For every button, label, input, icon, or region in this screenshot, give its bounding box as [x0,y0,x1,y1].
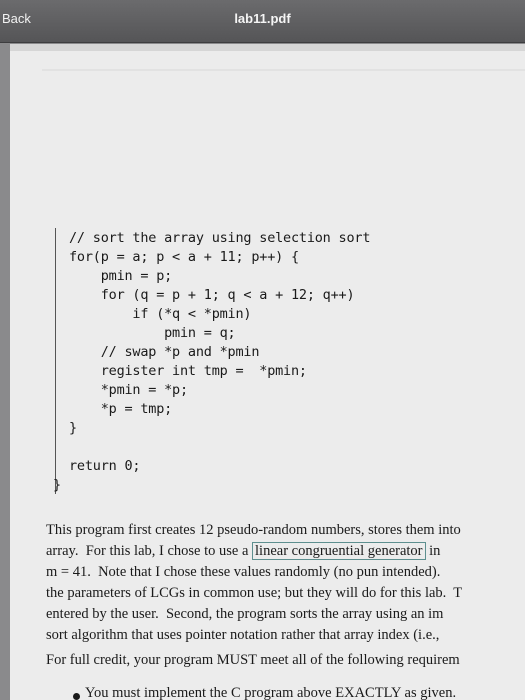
code-line: pmin = q; [69,325,236,341]
code-line: for (q = p + 1; q < a + 12; q++) [69,287,355,303]
code-line: // swap *p and *pmin [69,344,260,360]
page-divider [42,69,525,71]
code-line: // sort the array using selection sort [69,230,371,246]
paragraph-line: For full credit, your program MUST meet … [46,652,460,668]
paragraph-line: array. For this lab, I chose to use a li… [46,542,441,560]
code-line: pmin = p; [69,268,173,284]
code-line: register int tmp = *pmin; [69,363,307,379]
code-line: } [53,477,61,493]
document-title: lab11.pdf [234,11,291,26]
paragraph-line: m = 41. Note that I chose these values r… [46,564,441,580]
paragraph-line: entered by the user. Second, the program… [46,606,444,622]
lcg-link[interactable]: linear congruential generator [252,542,426,560]
code-line: } [69,420,77,436]
code-frame-border [55,228,56,494]
pdf-toolbar: Back lab11.pdf [0,0,525,43]
code-line: for(p = a; p < a + 11; p++) { [69,249,299,265]
paragraph-line: sort algorithm that uses pointer notatio… [46,627,440,643]
paragraph-line: This program first creates 12 pseudo-ran… [46,522,461,538]
code-line: *p = tmp; [69,401,173,417]
code-line: if (*q < *pmin) [69,306,252,322]
code-line: *pmin = *p; [69,382,188,398]
bullet-icon [73,693,80,700]
page-header-band [10,44,525,51]
list-item: You must implement the C program above E… [85,685,457,700]
code-line: return 0; [69,458,141,474]
pdf-page[interactable]: // sort the array using selection sort f… [10,44,525,700]
paragraph-line: the parameters of LCGs in common use; bu… [46,585,463,601]
